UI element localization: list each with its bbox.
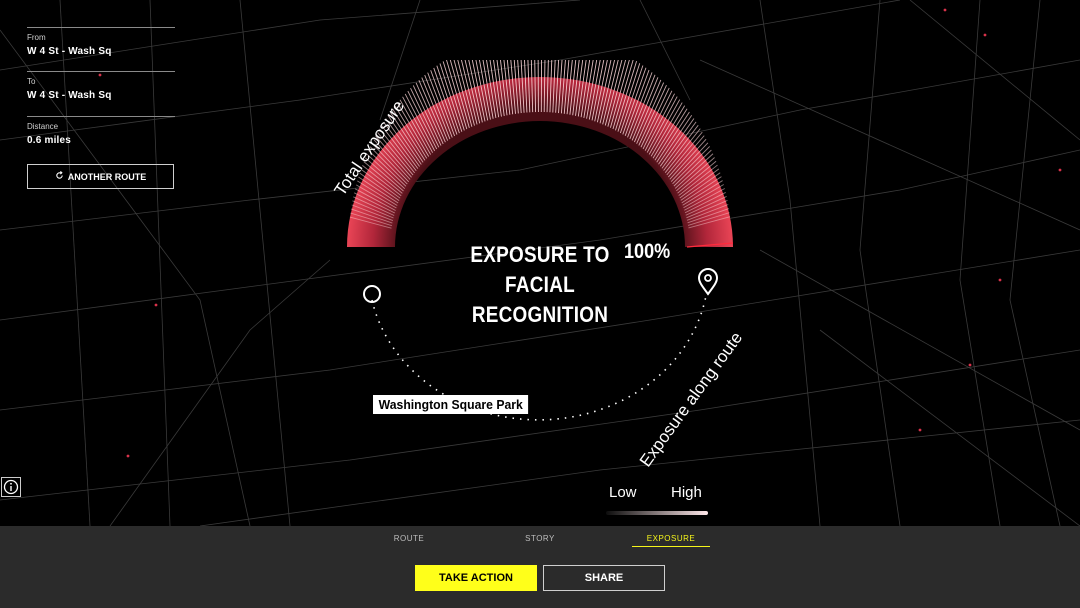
tab-route[interactable]: ROUTE: [369, 534, 449, 543]
from-field: From W 4 St - Wash Sq: [27, 27, 175, 57]
info-icon: [3, 479, 19, 495]
tab-exposure[interactable]: EXPOSURE: [631, 534, 711, 543]
place-label[interactable]: Washington Square Park: [373, 395, 529, 414]
viz-title-line-2: FACIAL RECOGNITION: [471, 272, 609, 327]
from-label: From: [27, 33, 46, 42]
end-marker-icon: [697, 268, 719, 296]
distance-label: Distance: [27, 122, 59, 131]
to-label: To: [27, 77, 36, 86]
take-action-button[interactable]: TAKE ACTION: [415, 565, 537, 591]
from-value: W 4 St - Wash Sq: [27, 46, 112, 57]
exposure-along-route-label: Exposure along route: [636, 328, 746, 470]
distance-field: Distance 0.6 miles: [27, 116, 175, 146]
refresh-icon: [55, 171, 64, 182]
another-route-label: ANOTHER ROUTE: [67, 171, 147, 182]
bottom-bar: ROUTE STORY EXPOSURE TAKE ACTION SHARE: [0, 526, 1080, 608]
active-tab-indicator: [632, 546, 710, 547]
viz-title-line-1: EXPOSURE TO: [470, 242, 610, 267]
to-field: To W 4 St - Wash Sq: [27, 71, 175, 101]
legend-low: Low: [609, 484, 637, 501]
viz-title: EXPOSURE TO FACIAL RECOGNITION: [437, 240, 643, 330]
legend-gradient-bar: [606, 511, 708, 515]
tab-story[interactable]: STORY: [500, 534, 580, 543]
start-marker-icon: [363, 285, 381, 303]
share-button[interactable]: SHARE: [543, 565, 665, 591]
total-percent: 100%: [624, 240, 671, 263]
to-value: W 4 St - Wash Sq: [27, 90, 112, 101]
another-route-button[interactable]: ANOTHER ROUTE: [27, 164, 174, 189]
info-button[interactable]: [1, 477, 21, 497]
total-exposure-arc: [347, 77, 733, 247]
distance-value: 0.6 miles: [27, 135, 72, 146]
legend-high: High: [671, 484, 702, 501]
